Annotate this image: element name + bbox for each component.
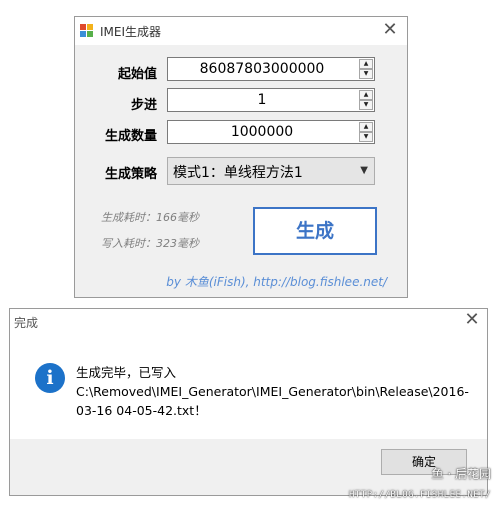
start-value-spinner[interactable]: ▲ ▼	[359, 59, 373, 79]
spin-down-icon[interactable]: ▼	[359, 132, 373, 142]
spin-down-icon[interactable]: ▼	[359, 100, 373, 110]
close-icon[interactable]: ✕	[461, 309, 483, 331]
step-field[interactable]: 1 ▲ ▼	[167, 88, 375, 112]
count-spinner[interactable]: ▲ ▼	[359, 122, 373, 142]
message-line-1: 生成完毕，已写入	[76, 365, 177, 380]
spin-up-icon[interactable]: ▲	[359, 90, 373, 100]
info-icon: i	[35, 363, 65, 393]
app-icon	[80, 24, 94, 38]
watermark-text: 鱼 · 后花园	[431, 467, 491, 481]
spin-up-icon[interactable]: ▲	[359, 59, 373, 69]
dialog-title: 完成	[14, 316, 39, 330]
watermark-url: HTTP://BLOG.FISHLEE.NET/	[348, 490, 491, 500]
completion-dialog: 完成 ✕ i 生成完毕，已写入 C:\Removed\IMEI_Generato…	[9, 308, 488, 496]
count-field[interactable]: 1000000 ▲ ▼	[167, 120, 375, 144]
step-spinner[interactable]: ▲ ▼	[359, 90, 373, 110]
spin-up-icon[interactable]: ▲	[359, 122, 373, 132]
dialog-title-bar[interactable]: 完成 ✕	[10, 309, 487, 337]
message-line-2: C:\Removed\IMEI_Generator\IMEI_Generator…	[76, 384, 469, 399]
title-bar[interactable]: IMEI生成器 ✕	[75, 17, 407, 45]
message-line-3: 03-16 04-05-42.txt！	[76, 403, 207, 418]
strategy-select[interactable]: 模式1：单线程方法1 ▼	[167, 157, 375, 185]
credit-link[interactable]: by 木鱼(iFish), http://blog.fishlee.net/	[166, 273, 387, 290]
chevron-down-icon[interactable]: ▼	[360, 165, 368, 176]
generation-time-text: 生成耗时：166毫秒	[101, 211, 199, 224]
spin-down-icon[interactable]: ▼	[359, 69, 373, 79]
strategy-label: 生成策略	[104, 167, 157, 182]
window-title: IMEI生成器	[100, 25, 162, 39]
generate-button[interactable]: 生成	[253, 207, 377, 255]
write-time-text: 写入耗时：323毫秒	[101, 237, 199, 250]
step-input[interactable]: 1	[168, 89, 356, 111]
start-value-input[interactable]: 86087803000000	[168, 58, 356, 80]
step-label: 步进	[130, 98, 157, 113]
close-icon[interactable]: ✕	[379, 19, 401, 41]
dialog-message: 生成完毕，已写入 C:\Removed\IMEI_Generator\IMEI_…	[76, 363, 476, 420]
start-value-label: 起始值	[117, 67, 157, 82]
start-value-field[interactable]: 86087803000000 ▲ ▼	[167, 57, 375, 81]
imei-generator-window: IMEI生成器 ✕ 起始值 86087803000000 ▲ ▼ 步进 1 ▲ …	[74, 16, 408, 298]
count-input[interactable]: 1000000	[168, 121, 356, 143]
dialog-footer: 确定	[10, 439, 487, 495]
strategy-selected-value: 模式1：单线程方法1	[173, 165, 303, 181]
count-label: 生成数量	[104, 129, 157, 144]
